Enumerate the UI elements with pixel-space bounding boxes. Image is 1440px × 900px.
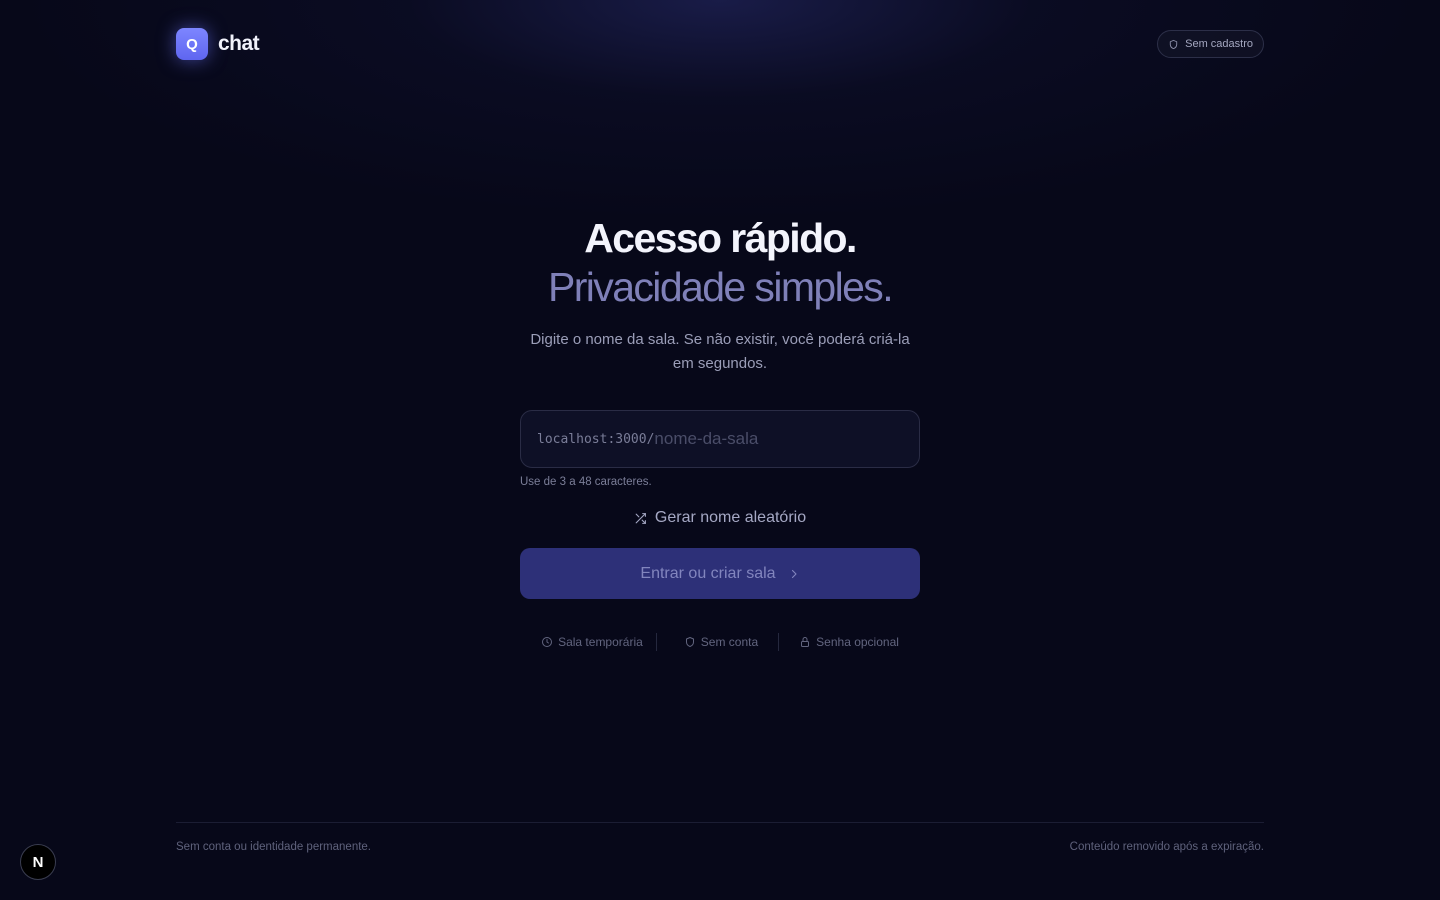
dev-indicator-button[interactable]: N <box>20 844 56 880</box>
divider <box>655 633 657 651</box>
shield-icon <box>1169 39 1178 49</box>
footer-right-note: Conteúdo removido após a expiração. <box>1069 841 1264 853</box>
enter-room-button[interactable]: Entrar ou criar sala <box>520 548 920 599</box>
feature-label: Sem conta <box>700 635 759 649</box>
room-name-field[interactable]: localhost:3000/ <box>520 410 920 468</box>
brand-name: chat <box>218 32 260 55</box>
feature-item: Sem conta <box>684 635 758 649</box>
room-form: localhost:3000/ Use de 3 a 48 caracteres… <box>520 410 920 651</box>
lock-icon <box>801 637 810 647</box>
headline-secondary: Privacidade simples. <box>548 264 894 310</box>
random-name-button[interactable]: Gerar nome aleatório <box>520 506 920 530</box>
no-signup-badge: Sem cadastro <box>1157 30 1264 58</box>
feature-label: Senha opcional <box>816 635 899 649</box>
random-name-label: Gerar nome aleatório <box>654 509 807 526</box>
hero-subtitle: Digite o nome da sala. Se não existir, v… <box>530 331 910 372</box>
url-prefix: localhost:3000/ <box>537 431 655 447</box>
footer-left-note: Sem conta ou identidade permanente. <box>176 841 371 853</box>
input-hint: Use de 3 a 48 caracteres. <box>520 476 652 488</box>
room-name-input[interactable] <box>654 411 919 467</box>
clock-icon <box>542 637 553 647</box>
page: Q chat Sem cadastro Acesso rápido. Priva… <box>0 0 1440 900</box>
chevron-right-icon <box>791 569 797 578</box>
header: Q chat Sem cadastro <box>176 28 1264 60</box>
feature-item: Sala temporária <box>541 635 643 649</box>
headline-primary: Acesso rápido. <box>584 215 857 261</box>
badge-label: Sem cadastro <box>1185 38 1253 50</box>
feature-item: Senha opcional <box>799 635 899 649</box>
logo-icon: Q <box>176 28 208 60</box>
feature-label: Sala temporária <box>558 635 643 649</box>
shuffle-icon <box>635 512 646 524</box>
feature-list: Sala temporária Sem conta Senha opcional <box>520 633 920 651</box>
hero: Acesso rápido. Privacidade simples. Digi… <box>0 214 1440 376</box>
enter-room-label: Entrar ou criar sala <box>640 564 776 582</box>
brand-link[interactable]: Q chat <box>176 28 260 60</box>
footer: Sem conta ou identidade permanente. Cont… <box>176 822 1264 853</box>
divider <box>778 633 780 651</box>
shield-icon <box>685 637 694 647</box>
